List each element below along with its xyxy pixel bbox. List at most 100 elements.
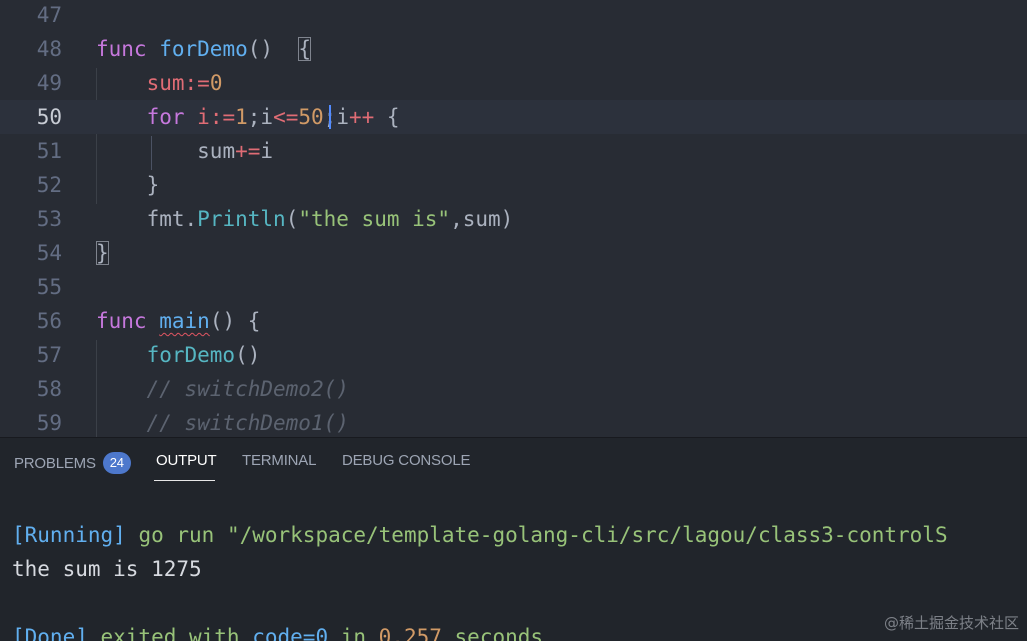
output-segment: go run "/workspace/template-golang-cli/s… [125, 523, 948, 547]
code-text: // switchDemo2() [96, 372, 349, 406]
code-line[interactable]: 48 func forDemo() { [0, 32, 1027, 66]
tab-output-label: OUTPUT [156, 452, 217, 469]
code-token: i [260, 139, 274, 163]
output-segment: in [328, 625, 379, 641]
code-line[interactable]: 54} [0, 236, 1027, 270]
code-token: } [146, 173, 160, 197]
line-number: 58 [36, 377, 62, 401]
code-token: () { [209, 309, 261, 333]
code-line[interactable]: 58 // switchDemo2() [0, 372, 1027, 406]
code-text: for i:=1;i<=50;i++ { [96, 100, 400, 134]
code-line[interactable]: 56 func main() { [0, 304, 1027, 338]
code-token: sum [146, 71, 185, 95]
code-token: fmt [146, 207, 185, 231]
tab-terminal[interactable]: TERMINAL [242, 452, 316, 478]
code-line[interactable]: 51 sum+=i [0, 134, 1027, 168]
line-number: 50 [36, 105, 62, 129]
output-segment: the sum is 1275 [12, 557, 202, 581]
line-number: 57 [36, 343, 62, 367]
code-token: i [197, 105, 210, 129]
output-segment: seconds [441, 625, 544, 641]
code-line[interactable]: 52 } [0, 168, 1027, 202]
code-token: sum [197, 139, 236, 163]
code-token: 50 [298, 105, 324, 129]
code-text: sum+=i [96, 134, 273, 168]
code-token: // switchDemo2() [146, 377, 349, 401]
bottom-panel: PROBLEMS 24 OUTPUT TERMINAL DEBUG CONSOLE… [0, 437, 1027, 641]
tab-debug-console-label: DEBUG CONSOLE [342, 452, 471, 469]
code-token: { [298, 37, 311, 61]
code-token: ;i [247, 105, 274, 129]
output-segment: [Running] [12, 523, 126, 547]
code-text: func forDemo() { [96, 32, 311, 66]
code-token: := [209, 105, 236, 129]
line-number: 49 [36, 71, 62, 95]
panel-tab-bar: PROBLEMS 24 OUTPUT TERMINAL DEBUG CONSOLE [0, 438, 1027, 484]
code-text: // switchDemo1() [96, 406, 349, 437]
code-token: 0 [209, 71, 223, 95]
code-token: () [235, 343, 261, 367]
code-token: . [184, 207, 198, 231]
code-token: forDemo [146, 343, 236, 367]
code-token: () [247, 37, 274, 61]
watermark-text: @稀土掘金技术社区 [883, 614, 1019, 632]
code-token: "the sum is" [298, 207, 451, 231]
code-line[interactable]: 53 fmt.Println("the sum is",sum) [0, 202, 1027, 236]
active-tab-indicator [154, 480, 215, 481]
tab-output[interactable]: OUTPUT [156, 452, 217, 478]
output-segment: code=0 [252, 625, 329, 641]
code-token: <= [273, 105, 299, 129]
output-segment: [Done] [12, 625, 88, 641]
text-cursor [329, 105, 331, 129]
code-line[interactable]: 59 // switchDemo1() [0, 406, 1027, 437]
code-token: ( [285, 207, 299, 231]
code-editor[interactable]: 47 48 func forDemo() {49 sum:=0 50 for i:=1… [0, 0, 1027, 437]
code-text: forDemo() [96, 338, 261, 372]
code-text: } [96, 168, 160, 202]
code-token: += [235, 139, 261, 163]
code-token: := [184, 71, 210, 95]
code-line[interactable]: 57 forDemo() [0, 338, 1027, 372]
line-number: 55 [36, 275, 62, 299]
output-line: [Done] exited with code=0 in 0.257 secon… [12, 620, 543, 641]
code-line[interactable]: 49 sum:=0 [0, 66, 1027, 100]
tab-problems[interactable]: PROBLEMS 24 [14, 452, 131, 478]
code-token: ,sum) [450, 207, 514, 231]
output-segment: 0.257 [378, 625, 442, 641]
line-number: 48 [36, 37, 62, 61]
code-token: func [96, 37, 147, 61]
output-line: [Running] go run "/workspace/template-go… [12, 518, 948, 552]
code-token: Println [197, 207, 286, 231]
code-text: } [96, 236, 109, 270]
vscode-window: 47 48 func forDemo() {49 sum:=0 50 for i:=1… [0, 0, 1027, 641]
code-text: fmt.Println("the sum is",sum) [96, 202, 514, 236]
output-segment: exited with [87, 625, 253, 641]
tab-problems-label: PROBLEMS [14, 455, 96, 472]
code-line[interactable]: 50 for i:=1;i<=50;i++ { [0, 100, 1027, 134]
code-text: sum:=0 [96, 66, 223, 100]
line-number: 47 [36, 3, 62, 27]
code-token: for [146, 105, 185, 129]
output-line: the sum is 1275 [12, 552, 202, 586]
code-line[interactable]: 55 [0, 270, 1027, 304]
line-number: 52 [36, 173, 62, 197]
code-token: 1 [235, 105, 248, 129]
line-number: 59 [36, 411, 62, 435]
line-number: 54 [36, 241, 62, 265]
code-token: func [96, 309, 147, 333]
tab-debug-console[interactable]: DEBUG CONSOLE [342, 452, 470, 478]
line-number: 56 [36, 309, 62, 333]
error-squiggle-token: main [159, 309, 210, 333]
output-pane[interactable]: [Running] go run "/workspace/template-go… [0, 484, 1027, 641]
code-token: } [96, 241, 109, 265]
code-line[interactable]: 47 [0, 0, 1027, 32]
